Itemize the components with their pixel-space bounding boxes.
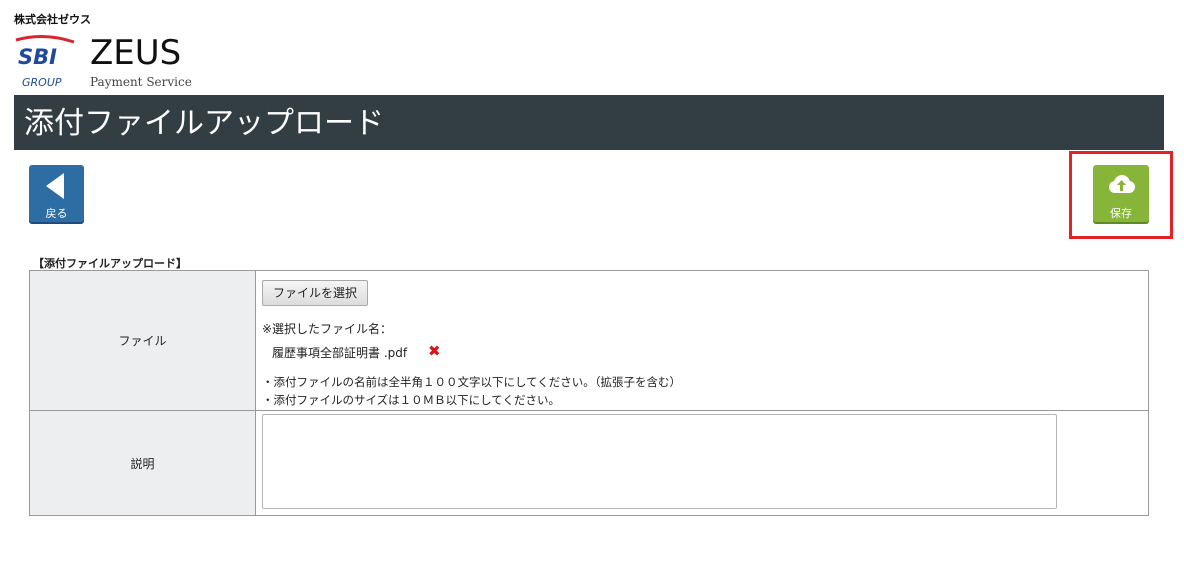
description-cell xyxy=(255,410,1149,516)
save-button[interactable]: 保存 xyxy=(1093,165,1149,222)
back-button[interactable]: 戻る xyxy=(29,165,84,222)
upload-form-table: ファイル ファイルを選択 ※選択したファイル名： 履歴事項全部証明書 .pdf … xyxy=(29,270,1149,516)
logo-zeus: ZEUS xyxy=(90,33,181,73)
selected-file-name: 履歴事項全部証明書 .pdf xyxy=(272,346,408,360)
logo-tagline: Payment Service xyxy=(90,75,192,89)
logo-group: GROUP xyxy=(22,76,62,89)
triangle-left-icon xyxy=(46,173,64,199)
back-button-label: 戻る xyxy=(45,207,68,220)
page-title: 添付ファイルアップロード xyxy=(14,95,1164,150)
section-title: 【添付ファイルアップロード】 xyxy=(33,257,187,270)
cloud-upload-icon xyxy=(1109,175,1135,193)
choose-file-button[interactable]: ファイルを選択 xyxy=(262,280,369,306)
filesize-note: ・添付ファイルのサイズは１０ＭＢ以下にしてください。 xyxy=(262,393,560,407)
file-label: ファイル xyxy=(29,270,256,411)
description-textarea[interactable] xyxy=(262,414,1057,509)
filename-length-note: ・添付ファイルの名前は全半角１００文字以下にしてください。（拡張子を含む） xyxy=(262,375,682,389)
description-label: 説明 xyxy=(29,410,256,516)
company-name: 株式会社ゼウス xyxy=(14,13,91,26)
sbi-zeus-logo: SBI GROUP ZEUS Payment Service xyxy=(15,33,192,89)
file-cell: ファイルを選択 ※選択したファイル名： 履歴事項全部証明書 .pdf ✖ ・添付… xyxy=(255,270,1149,411)
description-row: 説明 xyxy=(29,410,1149,516)
logo-sbi: SBI xyxy=(18,45,57,69)
save-button-label: 保存 xyxy=(1110,207,1132,220)
file-row: ファイル ファイルを選択 ※選択したファイル名： 履歴事項全部証明書 .pdf … xyxy=(29,270,1149,411)
delete-file-icon[interactable]: ✖ xyxy=(428,343,441,359)
selected-file-label: ※選択したファイル名： xyxy=(262,322,393,336)
